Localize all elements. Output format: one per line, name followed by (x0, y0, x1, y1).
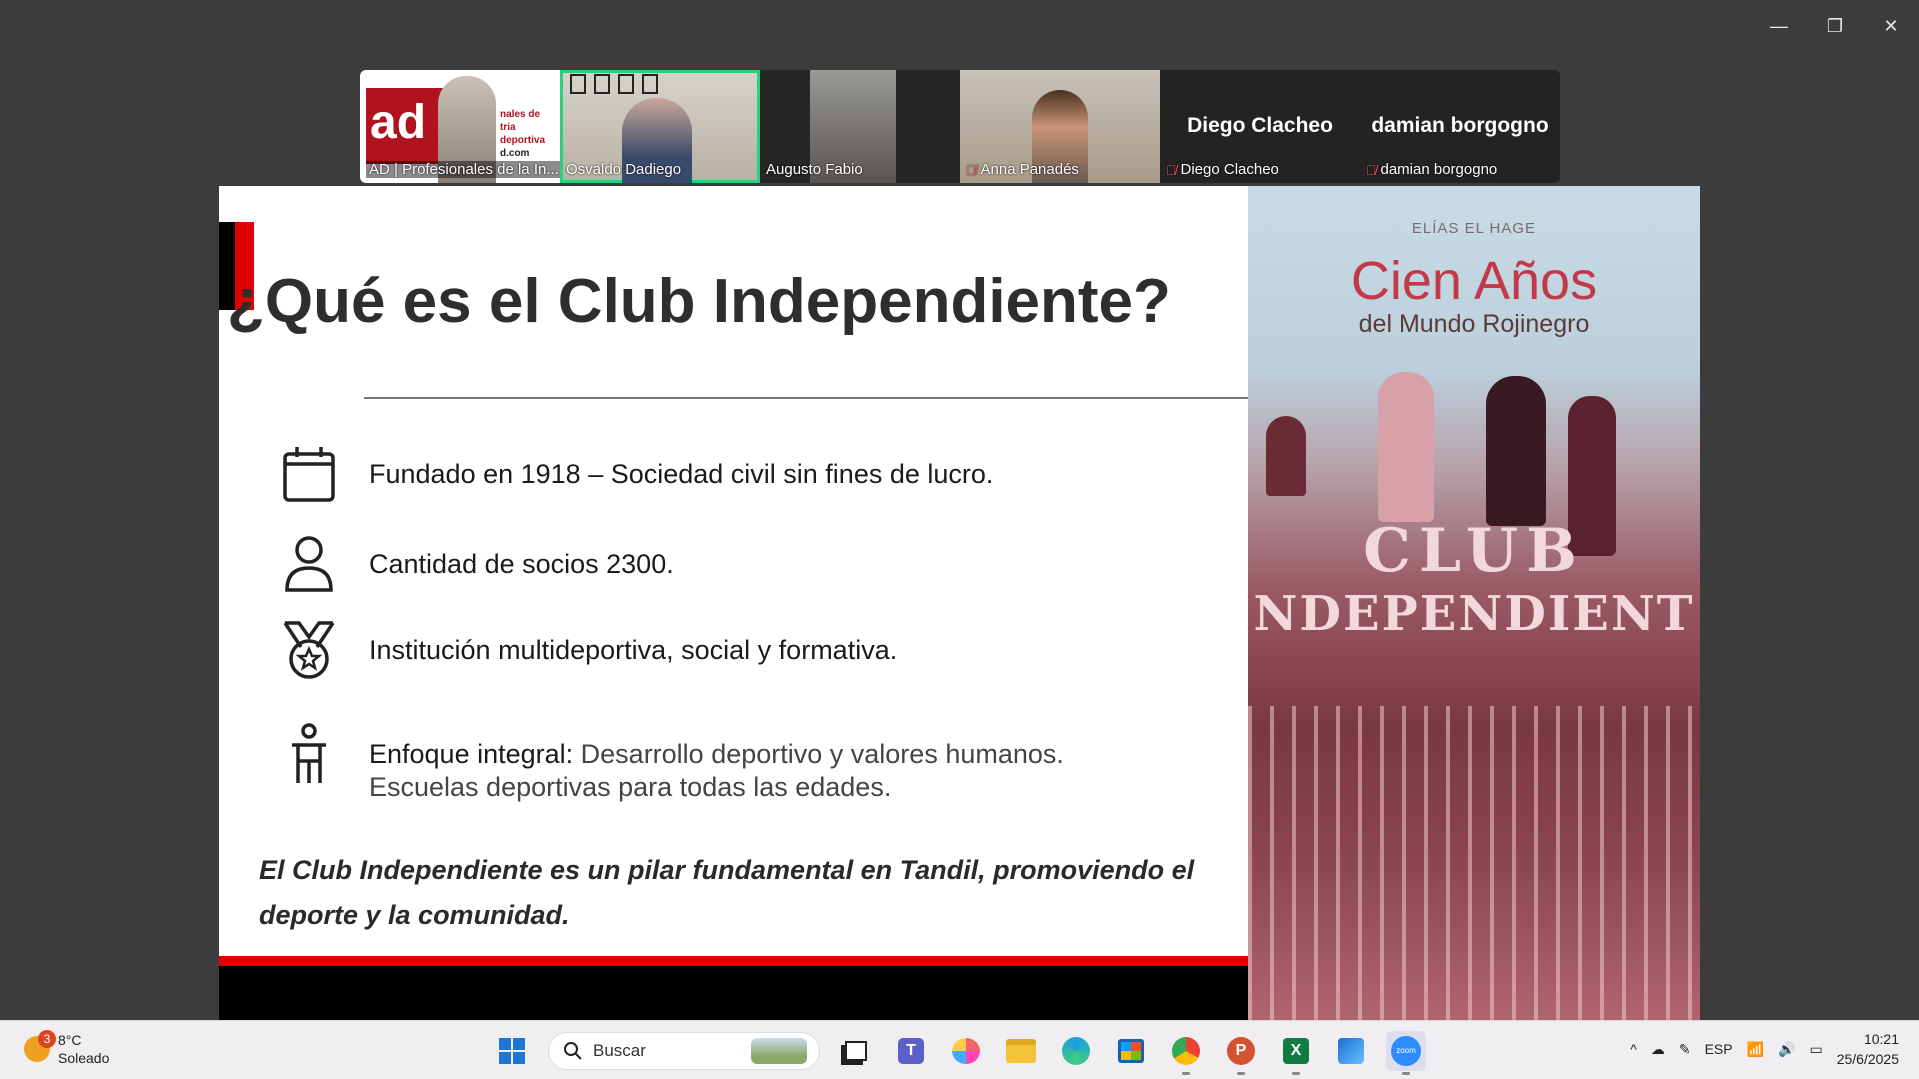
participant-display-name: Diego Clacheo (1187, 114, 1333, 137)
pinned-apps: T P X zoom (836, 1031, 1441, 1075)
participant-name: 🎙̸ damian borgogno (1366, 161, 1498, 178)
zoom-window: — ❐ ✕ ad nales de tria deportiva d.com AD … (0, 0, 1919, 1079)
store-icon[interactable] (1111, 1031, 1151, 1071)
book-title: Cien Años (1350, 251, 1598, 311)
edge-icon[interactable] (1056, 1031, 1096, 1071)
slide-item-approach: Enfoque integral: Desarrollo deportivo y… (279, 723, 1064, 804)
shared-slide: ¿Qué es el Club Independiente? Fundado e… (219, 186, 1248, 1020)
minimize-button[interactable]: — (1751, 8, 1807, 44)
participant-tile-augusto[interactable]: Augusto Fabio (760, 70, 960, 183)
file-explorer-icon[interactable] (1001, 1031, 1041, 1071)
slide-item-text: Cantidad de socios 2300. (369, 549, 674, 579)
participant-tile-damian[interactable]: damian borgogno 🎙̸ damian borgogno (1360, 70, 1560, 183)
volume-icon[interactable]: 🔊 (1778, 1041, 1795, 1058)
slide-item-founded: Fundado en 1918 – Sociedad civil sin fin… (279, 444, 993, 504)
sun-icon: 3 (24, 1030, 56, 1062)
chevron-up-icon[interactable]: ^ (1630, 1041, 1637, 1057)
teams-icon[interactable]: T (891, 1031, 931, 1071)
language-indicator[interactable]: ESP (1705, 1041, 1733, 1057)
participant-tile-diego[interactable]: Diego Clacheo 🎙̸ Diego Clacheo (1160, 70, 1360, 183)
notification-badge: 3 (38, 1030, 56, 1048)
battery-icon[interactable]: ▭ (1809, 1041, 1822, 1058)
slide-footer-red (219, 956, 1248, 966)
participant-tile-osvaldo[interactable]: Osvaldo Dadiego (560, 70, 760, 183)
participant-name: Augusto Fabio (766, 161, 863, 178)
window-controls: — ❐ ✕ (1751, 8, 1919, 44)
slide-item-members: Cantidad de socios 2300. (279, 534, 674, 594)
slide-item-text: Fundado en 1918 – Sociedad civil sin fin… (369, 459, 994, 489)
person-icon (279, 534, 339, 594)
participant-name: 🎙̸ Diego Clacheo (1166, 161, 1279, 178)
medal-icon (279, 620, 339, 680)
slide-footer-black (219, 966, 1248, 1020)
ad-banner-text: nales de tria deportiva d.com (500, 109, 546, 159)
slide-item-text: Enfoque integral: Desarrollo deportivo y… (369, 739, 1064, 802)
slide-item-text: Institución multideportiva, social y for… (369, 635, 898, 665)
zoom-icon[interactable]: zoom (1386, 1031, 1426, 1075)
search-icon (564, 1042, 582, 1060)
search-placeholder: Buscar (593, 1041, 646, 1060)
participant-name: AD | Profesionales de la In... (366, 161, 560, 178)
weather-temp: 8°C (58, 1032, 82, 1048)
gate-bars (1248, 706, 1700, 1020)
windows-taskbar: 3 8°C Soleado Buscar T P X zoom ^ ☁ ✎ ES… (0, 1020, 1919, 1079)
wall-frames (570, 74, 750, 96)
wifi-icon[interactable]: 📶 (1747, 1041, 1764, 1058)
photos-icon[interactable] (1331, 1031, 1371, 1071)
figure-icon (279, 723, 339, 784)
slide-item-institution: Institución multideportiva, social y for… (279, 620, 897, 680)
calendar-icon (279, 444, 339, 504)
weather-widget[interactable]: 3 8°C Soleado (24, 1030, 110, 1067)
participant-display-name: damian borgogno (1371, 114, 1549, 137)
slide-quote: El Club Independiente es un pilar fundam… (259, 855, 1195, 930)
participant-strip: ad nales de tria deportiva d.com AD | Prof… (360, 70, 1560, 183)
pen-icon[interactable]: ✎ (1679, 1041, 1691, 1058)
participant-name: 🎙̸ Anna Panadés (966, 161, 1079, 178)
muted-mic-icon: 🎙̸ (1366, 161, 1377, 178)
taskbar-search[interactable]: Buscar (548, 1032, 820, 1070)
search-highlight-image (751, 1038, 807, 1064)
close-button[interactable]: ✕ (1863, 8, 1919, 44)
participant-name: Osvaldo Dadiego (566, 161, 682, 178)
chrome-icon[interactable] (1166, 1031, 1206, 1075)
windows-icon (499, 1038, 525, 1064)
club-sign-text: CLUB (1363, 516, 1585, 586)
start-button[interactable] (492, 1031, 532, 1071)
book-cover-image: ELÍAS EL HAGE Cien Años del Mundo Rojine… (1248, 186, 1700, 1020)
task-view-icon[interactable] (836, 1031, 876, 1071)
taskbar-apps (492, 1031, 547, 1071)
copilot-icon[interactable] (946, 1031, 986, 1071)
muted-mic-icon: 🎙̸ (966, 161, 977, 178)
weather-desc: Soleado (58, 1050, 110, 1066)
clock[interactable]: 10:21 25/6/2025 (1837, 1029, 1899, 1069)
system-tray: ^ ☁ ✎ ESP 📶 🔊 ▭ 10:21 25/6/2025 (1630, 1029, 1899, 1069)
excel-icon[interactable]: X (1276, 1031, 1316, 1075)
club-sign-text: NDEPENDIENT (1253, 586, 1695, 642)
onedrive-icon[interactable]: ☁ (1651, 1041, 1665, 1058)
slide-divider (364, 397, 1248, 399)
book-author: ELÍAS EL HAGE (1411, 220, 1537, 237)
book-subtitle: del Mundo Rojinegro (1358, 310, 1590, 338)
participant-tile-ad[interactable]: ad nales de tria deportiva d.com AD | Prof… (360, 70, 560, 183)
muted-mic-icon: 🎙̸ (1166, 161, 1177, 178)
powerpoint-icon[interactable]: P (1221, 1031, 1261, 1075)
participant-tile-anna[interactable]: 🎙̸ Anna Panadés (960, 70, 1160, 183)
slide-title: ¿Qué es el Club Independiente? (227, 267, 1171, 336)
ad-logo: ad (366, 88, 444, 164)
restore-button[interactable]: ❐ (1807, 8, 1863, 44)
